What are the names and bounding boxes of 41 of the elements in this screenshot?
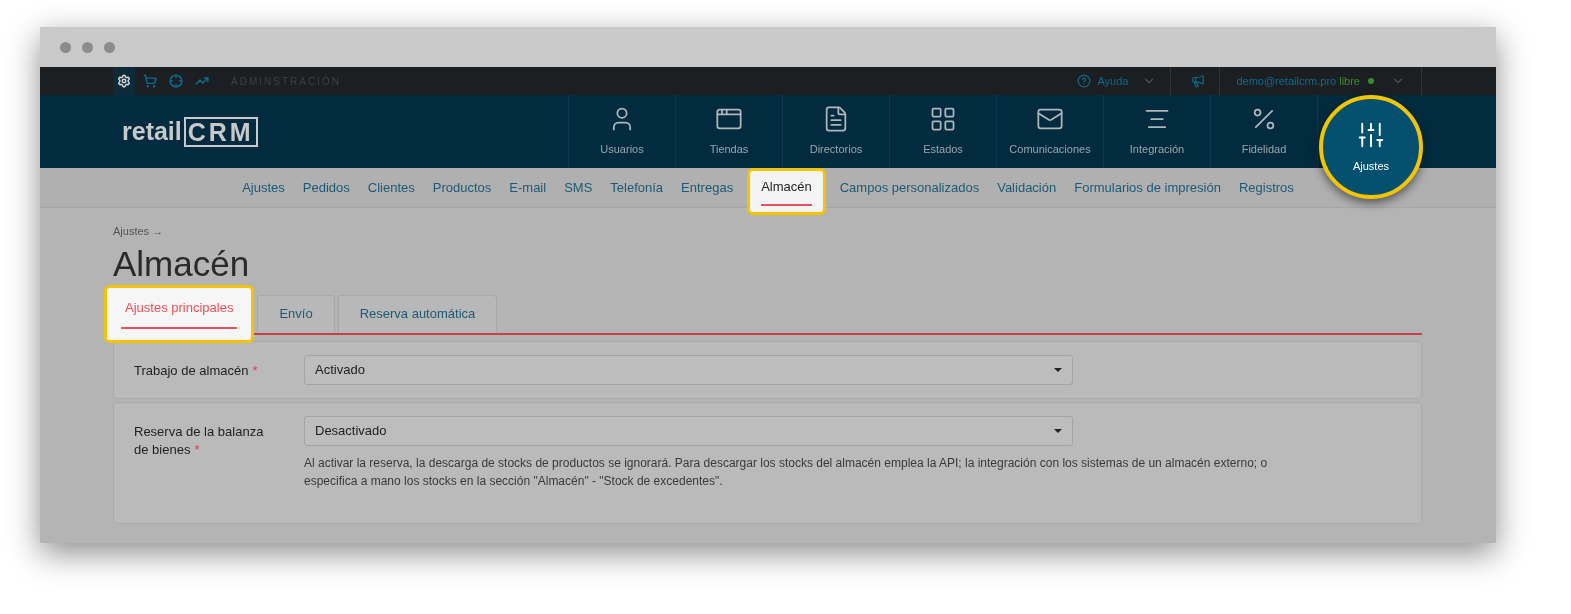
help-menu[interactable]: Ayuda xyxy=(1069,67,1165,95)
subnav-link[interactable]: Formularios de impresión xyxy=(1070,177,1225,198)
user-email: demo@retailcrm.pro xyxy=(1236,73,1337,89)
tab[interactable]: Envío xyxy=(257,294,335,333)
subnav-link[interactable]: Entregas xyxy=(677,177,738,198)
nav-item[interactable]: Directorios xyxy=(783,95,889,168)
breadcrumb[interactable]: Ajustes → xyxy=(113,223,1422,240)
subnav-link[interactable]: SMS xyxy=(560,177,597,198)
subnav-link[interactable]: E-mail xyxy=(505,177,551,198)
field-label: Reserva de la balanza de bienes * xyxy=(134,422,265,459)
caret-icon xyxy=(1054,367,1062,372)
select-dropdown[interactable]: Activado xyxy=(304,354,1073,385)
megaphone-icon xyxy=(1191,74,1206,88)
tab[interactable]: Ajustes principales xyxy=(104,284,255,343)
subnav-link[interactable]: Pedidos xyxy=(298,177,354,198)
help-icon xyxy=(1077,74,1092,88)
settings-icon[interactable] xyxy=(113,67,135,95)
plan-label: libre xyxy=(1339,73,1360,89)
nav-item[interactable]: Comunicaciones xyxy=(997,95,1103,168)
select-dropdown[interactable]: Desactivado xyxy=(304,415,1073,446)
nav-item[interactable]: Integración xyxy=(1104,95,1210,168)
subnav-link[interactable]: Ajustes xyxy=(238,177,289,198)
account-menu[interactable]: demo@retailcrm.pro libre xyxy=(1220,67,1421,95)
field-label: Trabajo de almacén * xyxy=(134,361,258,380)
subnav-link[interactable]: Validación xyxy=(993,177,1061,198)
subnav-link[interactable]: Almacén xyxy=(747,168,826,215)
subnav-link[interactable]: Telefonía xyxy=(606,177,668,198)
nav-item[interactable]: Ajustes xyxy=(1319,95,1423,199)
subnav-link[interactable]: Clientes xyxy=(363,177,419,198)
page-title: Almacén xyxy=(113,243,251,284)
subnav-link[interactable]: Productos xyxy=(428,177,496,198)
tab[interactable]: Reserva automática xyxy=(337,294,498,333)
subnav-link[interactable]: Registros xyxy=(1234,177,1298,198)
retailcrm-logo[interactable]: retail CRM xyxy=(122,112,258,151)
nav-item[interactable]: Fidelidad xyxy=(1211,95,1317,168)
nav-item[interactable]: Estados xyxy=(890,95,996,168)
field-hint: Al activar la reserva, la descarga de stocks de productos se ignorará. Para descargar los stocks del almacén emplea la API; la integración con los sistemas de un almacén externo; o especifica a mano los stocks en la sección "Almacén" - "Stock de excedentes". xyxy=(304,454,1269,490)
nav-item[interactable]: Usuarios xyxy=(569,95,675,168)
nav-item[interactable]: Tiendas xyxy=(676,95,782,168)
subnav-link[interactable]: Campos personalizados xyxy=(835,177,984,198)
caret-icon xyxy=(1054,428,1062,433)
